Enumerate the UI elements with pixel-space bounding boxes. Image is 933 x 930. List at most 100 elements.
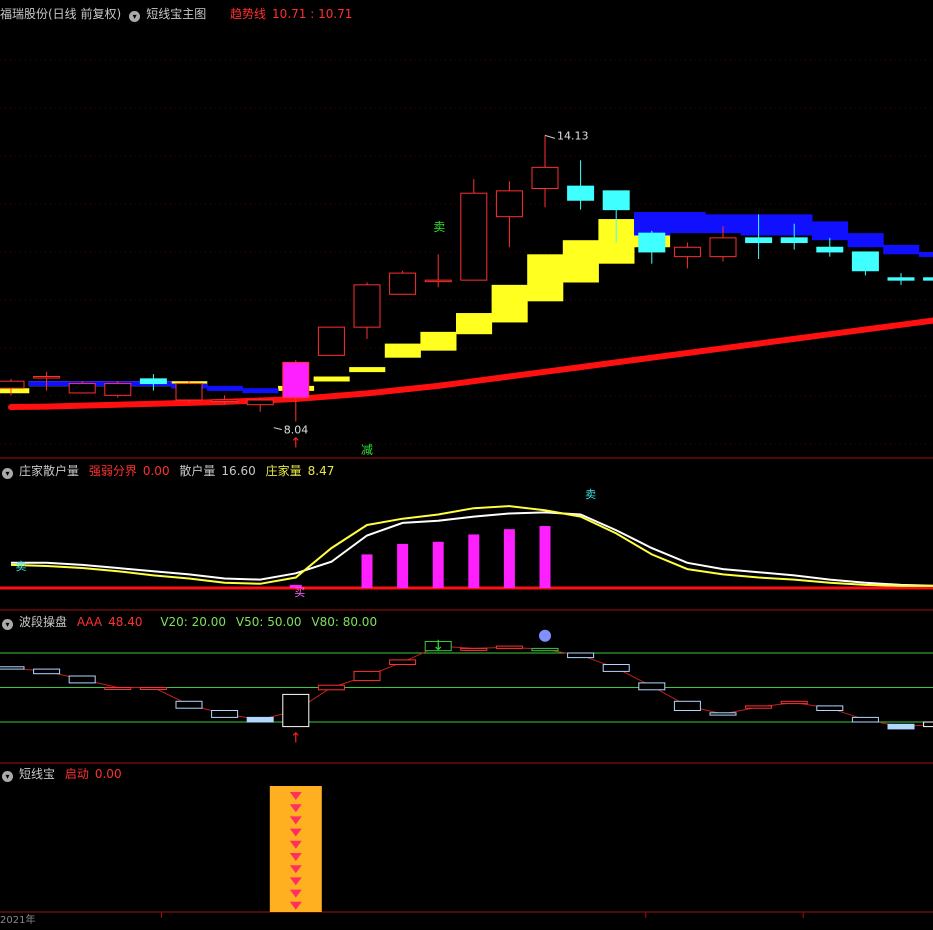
boduan-bar xyxy=(495,645,523,649)
zhuangjia-bar xyxy=(539,526,551,588)
v50-value: V50: 50.00 xyxy=(235,615,302,629)
candle-body xyxy=(495,190,523,218)
zhuangjia-bar xyxy=(397,543,409,588)
boduan-bar xyxy=(602,664,630,672)
boduan-panel-header: ▾ 波段操盘 AAA 48.40 V20: 20.00 V50: 50.00 V80… xyxy=(0,613,383,631)
boduan-bar xyxy=(317,684,345,691)
candle-body xyxy=(602,190,630,211)
zhuangjia-bar xyxy=(468,534,480,588)
trend-value: 10.71 : 10.71 xyxy=(272,7,353,21)
resistance-band-blue xyxy=(242,388,279,394)
candle-body xyxy=(531,166,559,190)
candle-body xyxy=(33,376,61,379)
candle-body xyxy=(887,277,915,281)
resistance-band-blue xyxy=(812,221,849,241)
candle-body xyxy=(460,192,488,281)
f1-value: 0.00 xyxy=(142,464,170,478)
f2-value: 16.60 xyxy=(221,464,256,478)
duanxianbao-panel-header: ▾ 短线宝 启动 0.00 xyxy=(0,765,128,783)
candle-body xyxy=(211,399,239,402)
v20-value: V20: 20.00 xyxy=(160,615,227,629)
boduan-bar xyxy=(851,716,879,723)
boduan-bar xyxy=(745,705,773,709)
main-indicator-name[interactable]: 短线宝主图 xyxy=(146,7,206,21)
zhuangjia-bar xyxy=(503,529,515,588)
candle-body xyxy=(139,378,167,385)
boduan-bar xyxy=(709,712,737,716)
indicator-dropdown-icon[interactable]: ▾ xyxy=(129,11,141,22)
boduan-bar xyxy=(211,710,239,718)
buy-arrow-icon: ↑ xyxy=(290,436,302,452)
resistance-band-blue xyxy=(918,251,933,257)
sell-signal-label: 卖 xyxy=(433,220,445,234)
boduan-bar xyxy=(816,705,844,712)
aaa-label: AAA xyxy=(76,615,103,629)
boduan-bar xyxy=(638,682,666,691)
stock-name: 福瑞股份(日线 前复权) xyxy=(0,7,122,21)
high-price-pointer xyxy=(544,134,556,139)
reduce-signal-label: 减 xyxy=(361,443,373,457)
boduan-bar xyxy=(246,716,274,723)
aaa-value: 48.40 xyxy=(108,615,143,629)
support-band-yellow xyxy=(384,343,421,358)
candle-body xyxy=(175,383,203,401)
boduan-bar xyxy=(389,659,417,666)
main-panel-header: 福瑞股份(日线 前复权) ▾ 短线宝主图 趋势线 10.71 : 10.71 xyxy=(0,5,358,23)
support-band-yellow xyxy=(0,388,30,394)
f3-value: 8.47 xyxy=(307,464,335,478)
support-band-yellow xyxy=(491,284,528,323)
candle-body xyxy=(353,284,381,328)
boduan-buy-arrow-icon: ↑ xyxy=(290,731,302,747)
resistance-band-blue xyxy=(847,233,884,248)
zhuangjia-bar xyxy=(432,541,444,588)
candle-body xyxy=(816,246,844,253)
boduan-bar xyxy=(139,687,167,690)
sad-face-icon xyxy=(539,629,551,642)
boduan-title[interactable]: 波段操盘 xyxy=(19,615,67,629)
boduan-bar xyxy=(33,668,61,675)
candle-body xyxy=(780,237,808,244)
candle-body xyxy=(282,361,310,399)
zhuangjia-title[interactable]: 庄家散户量 xyxy=(19,464,79,478)
support-band-yellow xyxy=(349,367,386,373)
candle-body xyxy=(745,237,773,244)
buy-mark: 买 xyxy=(294,586,305,599)
boduan-bar xyxy=(0,666,25,670)
high-price-label: 14.13 xyxy=(557,129,589,142)
sell-mark-left: 卖 xyxy=(16,560,27,573)
candle-body xyxy=(68,383,96,394)
f2-label: 散户量 xyxy=(179,464,216,478)
candle-body xyxy=(246,399,274,406)
boduan-bar xyxy=(353,670,381,682)
low-price-pointer xyxy=(273,427,282,431)
duanxianbao-title[interactable]: 短线宝 xyxy=(19,767,55,781)
start-value: 0.00 xyxy=(94,767,122,781)
support-band-yellow xyxy=(562,240,599,283)
boduan-bar xyxy=(282,693,310,728)
boduan-bar xyxy=(887,723,915,730)
candle-body xyxy=(0,380,25,389)
candle-body xyxy=(709,237,737,258)
resistance-band-blue xyxy=(206,385,243,391)
indicator-dropdown-icon[interactable]: ▾ xyxy=(2,619,13,630)
boduan-sell-arrow-icon: ↓ xyxy=(432,638,444,654)
indicator-dropdown-icon[interactable]: ▾ xyxy=(2,468,13,479)
v80-value: V80: 80.00 xyxy=(311,615,378,629)
candle-body xyxy=(923,277,933,281)
support-band-yellow xyxy=(527,254,564,302)
candle-body xyxy=(389,272,417,295)
support-band-yellow xyxy=(420,331,457,351)
boduan-bar xyxy=(923,721,933,728)
boduan-bar xyxy=(460,647,488,651)
resistance-band-blue xyxy=(669,212,706,234)
boduan-bar xyxy=(531,647,559,652)
sell-mark-right: 卖 xyxy=(585,488,596,501)
indicator-dropdown-icon[interactable]: ▾ xyxy=(2,771,13,782)
candle-body xyxy=(851,251,879,272)
resistance-band-blue xyxy=(883,244,920,255)
zhuangjia-panel-header: ▾ 庄家散户量 强弱分界 0.00 散户量 16.60 庄家量 8.47 xyxy=(0,462,340,480)
start-label: 启动 xyxy=(64,767,89,781)
boduan-bar xyxy=(175,700,203,709)
boduan-bar xyxy=(68,675,96,684)
boduan-bar xyxy=(673,700,701,711)
